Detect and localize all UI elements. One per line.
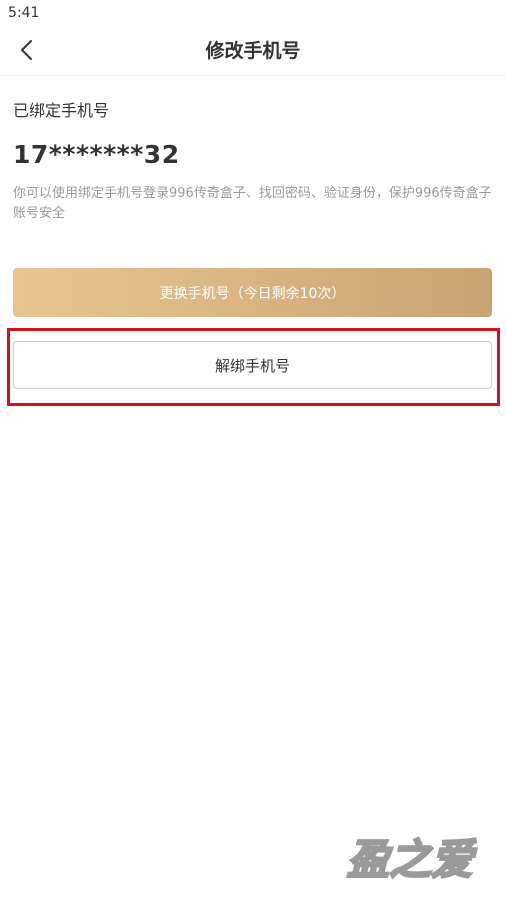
masked-phone-number: 17*******32	[13, 140, 180, 169]
status-time: 5:41	[8, 5, 40, 21]
page-title: 修改手机号	[205, 40, 301, 62]
bound-phone-label: 已绑定手机号	[13, 101, 110, 120]
status-bar: 5:41	[0, 0, 506, 28]
unbind-phone-button[interactable]: 解绑手机号	[13, 341, 492, 389]
nav-bar: 修改手机号	[0, 28, 506, 76]
description-text: 你可以使用绑定手机号登录996传奇盒子、找回密码、验证身份，保护996传奇盒子账…	[13, 186, 492, 221]
change-phone-button[interactable]: 更换手机号（今日剩余10次）	[13, 268, 492, 317]
watermark-logo: 盈之爱	[328, 832, 493, 884]
screen: 5:41 修改手机号 已绑定手机号 17*******32 你可以使用绑定手机号…	[0, 0, 506, 898]
svg-text:盈之爱: 盈之爱	[347, 835, 477, 884]
